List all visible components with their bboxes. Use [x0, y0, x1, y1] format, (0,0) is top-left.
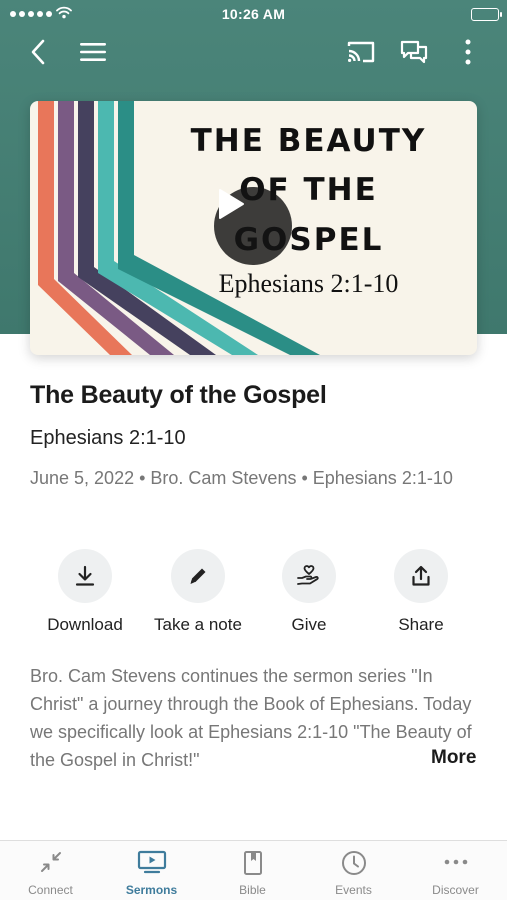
download-button[interactable]: Download — [30, 549, 140, 635]
artwork-title-line-1: THE BEAUTY — [190, 123, 427, 159]
download-icon — [58, 549, 112, 603]
bottom-tab-bar: Connect Sermons Bible Events Discover — [0, 840, 507, 900]
download-label: Download — [47, 615, 123, 634]
chat-bubbles-icon — [400, 40, 428, 64]
artwork-title-line-2: OF THE — [239, 172, 378, 208]
sermons-tv-icon — [101, 850, 202, 876]
share-button[interactable]: Share — [366, 549, 476, 635]
artwork-reference: Ephesians 2:1-10 — [218, 269, 399, 298]
chat-button[interactable] — [398, 36, 430, 68]
give-button[interactable]: Give — [254, 549, 364, 635]
tab-sermons[interactable]: Sermons — [101, 841, 202, 900]
clock-icon — [303, 850, 404, 876]
share-label: Share — [398, 615, 444, 634]
status-bar: 10:26 AM — [0, 0, 507, 28]
sermon-title: The Beauty of the Gospel — [30, 381, 327, 409]
give-hand-heart-icon — [282, 549, 336, 603]
play-icon — [219, 189, 244, 219]
play-button[interactable] — [214, 187, 292, 265]
give-label: Give — [291, 615, 327, 634]
vertical-dots-icon — [465, 39, 471, 65]
connect-icon — [0, 850, 101, 876]
tab-bible-label: Bible — [239, 883, 266, 897]
cast-button[interactable] — [345, 36, 377, 68]
chevron-left-icon — [31, 39, 45, 65]
sermon-scripture: Ephesians 2:1-10 — [30, 427, 186, 449]
cast-icon — [347, 41, 375, 63]
take-a-note-button[interactable]: Take a note — [143, 549, 253, 635]
take-a-note-label: Take a note — [154, 615, 242, 634]
more-link[interactable]: More — [431, 747, 476, 769]
sermon-meta: June 5, 2022 • Bro. Cam Stevens • Ephesi… — [30, 468, 453, 488]
share-icon — [394, 549, 448, 603]
artwork-title-line-3: GOSPEL — [233, 222, 384, 258]
tab-bible[interactable]: Bible — [202, 841, 303, 900]
tab-connect-label: Connect — [28, 883, 73, 897]
pencil-icon — [171, 549, 225, 603]
tab-sermons-label: Sermons — [125, 883, 178, 897]
more-horizontal-icon — [405, 850, 506, 876]
hamburger-menu-icon — [80, 43, 106, 61]
tab-events[interactable]: Events — [303, 841, 404, 900]
menu-button[interactable] — [77, 36, 109, 68]
tab-connect[interactable]: Connect — [0, 841, 101, 900]
battery-icon — [471, 8, 502, 21]
bible-icon — [202, 850, 303, 876]
sermon-artwork[interactable]: THE BEAUTY OF THE GOSPEL Ephesians 2:1-1… — [30, 101, 477, 355]
back-button[interactable] — [22, 36, 54, 68]
action-row: Download Take a note Give Share — [0, 549, 507, 649]
tab-events-label: Events — [335, 883, 372, 897]
more-options-button[interactable] — [452, 36, 484, 68]
tab-discover[interactable]: Discover — [405, 841, 506, 900]
tab-discover-label: Discover — [432, 883, 479, 897]
sermon-description: Bro. Cam Stevens continues the sermon se… — [30, 666, 472, 770]
status-time: 10:26 AM — [221, 6, 286, 22]
